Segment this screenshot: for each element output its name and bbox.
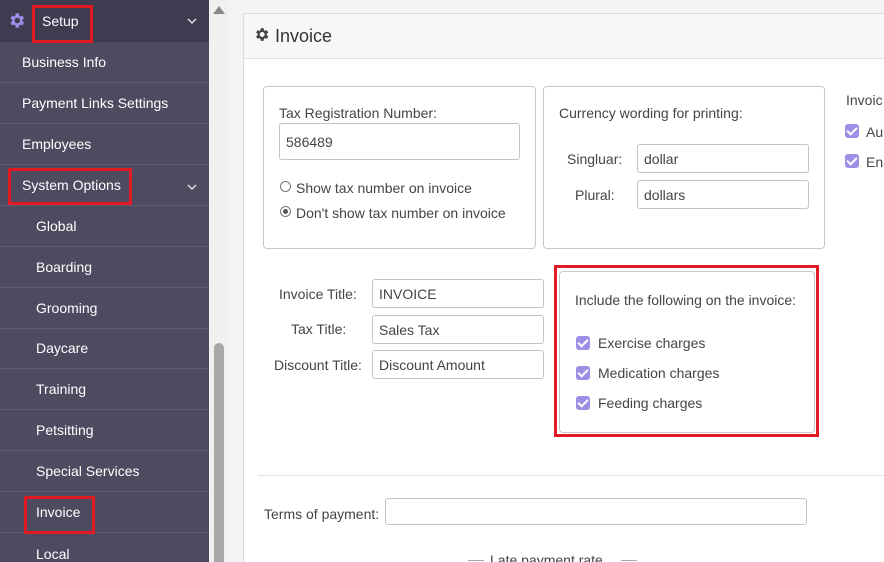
sidebar-item-training[interactable]: Training <box>0 369 209 410</box>
sidebar-item-daycare[interactable]: Daycare <box>0 328 209 369</box>
feeding-charges-label[interactable]: Feeding charges <box>598 395 702 411</box>
enable-option-checkbox[interactable] <box>845 154 859 168</box>
sidebar: Setup Business Info Payment Links Settin… <box>0 0 209 562</box>
sidebar-item-boarding[interactable]: Boarding <box>0 247 209 288</box>
sidebar-item-label: Special Services <box>36 463 140 479</box>
tax-title-input[interactable]: Sales Tax <box>372 315 544 344</box>
currency-wording-label: Currency wording for printing: <box>559 105 743 121</box>
terms-of-payment-label: Terms of payment: <box>264 506 380 522</box>
highlight-invoice <box>24 496 95 534</box>
panel-header: Invoice <box>244 14 884 59</box>
gear-icon <box>10 13 25 28</box>
sidebar-item-business-info[interactable]: Business Info <box>0 42 209 83</box>
include-on-invoice-label: Include the following on the invoice: <box>575 292 797 308</box>
section-divider <box>258 475 884 476</box>
late-payment-rate-label: Late payment rate <box>490 552 603 562</box>
page-title: Invoice <box>275 26 333 46</box>
enable-option-label[interactable]: Ena <box>866 154 884 170</box>
chevron-down-icon[interactable] <box>187 182 197 192</box>
sidebar-item-local[interactable]: Local <box>0 533 209 562</box>
sidebar-item-label: Grooming <box>36 300 98 316</box>
discount-title-label: Discount Title: <box>274 357 362 373</box>
auto-option-label[interactable]: Au <box>866 124 883 140</box>
sidebar-item-label: Payment Links Settings <box>22 95 169 111</box>
chevron-down-icon[interactable] <box>187 16 197 26</box>
tax-title-label: Tax Title: <box>291 321 347 337</box>
plural-label: Plural: <box>575 187 615 203</box>
sidebar-item-employees[interactable]: Employees <box>0 124 209 165</box>
sidebar-item-label: Employees <box>22 136 92 152</box>
late-payment-rate-rule-left <box>468 560 484 561</box>
exercise-charges-label[interactable]: Exercise charges <box>598 335 705 351</box>
sidebar-item-label: Training <box>36 381 87 397</box>
terms-of-payment-input[interactable] <box>385 498 807 525</box>
sidebar-item-grooming[interactable]: Grooming <box>0 288 209 329</box>
discount-title-input[interactable]: Discount Amount <box>372 350 544 379</box>
medication-charges-checkbox[interactable] <box>576 366 590 380</box>
exercise-charges-checkbox[interactable] <box>576 336 590 350</box>
feeding-charges-checkbox[interactable] <box>576 396 590 410</box>
sidebar-item-special-services[interactable]: Special Services <box>0 451 209 492</box>
dont-show-tax-number-label[interactable]: Don't show tax number on invoice <box>296 205 506 221</box>
show-tax-number-radio[interactable] <box>280 181 291 192</box>
tax-registration-input[interactable]: 586489 <box>279 123 520 160</box>
dont-show-tax-number-radio[interactable] <box>280 206 291 217</box>
sidebar-item-payment-links-settings[interactable]: Payment Links Settings <box>0 83 209 124</box>
auto-option-checkbox[interactable] <box>845 124 859 138</box>
highlight-include-box <box>554 265 819 437</box>
show-tax-number-label[interactable]: Show tax number on invoice <box>296 180 472 196</box>
medication-charges-label[interactable]: Medication charges <box>598 365 719 381</box>
invoice-title-input[interactable]: INVOICE <box>372 279 544 308</box>
singular-label: Singluar: <box>567 151 623 167</box>
singular-input[interactable]: dollar <box>637 144 809 173</box>
invoice-title-label: Invoice Title: <box>279 286 357 302</box>
scrollbar-thumb[interactable] <box>214 343 224 562</box>
sidebar-item-label: Boarding <box>36 259 93 275</box>
invoice-options-header: Invoic <box>846 92 883 108</box>
sidebar-item-global[interactable]: Global <box>0 206 209 247</box>
sidebar-item-label: Local <box>36 545 70 562</box>
highlight-setup <box>32 5 93 43</box>
highlight-system-options <box>8 168 132 205</box>
sidebar-item-label: Business Info <box>22 54 107 70</box>
sidebar-item-petsitting[interactable]: Petsitting <box>0 410 209 451</box>
sidebar-item-label: Global <box>36 218 77 234</box>
late-payment-rate-rule-right <box>621 560 637 561</box>
tax-registration-label: Tax Registration Number: <box>279 105 437 121</box>
gear-icon <box>256 28 269 41</box>
plural-input[interactable]: dollars <box>637 180 809 209</box>
sidebar-item-label: Daycare <box>36 340 89 356</box>
scroll-up-arrow-icon[interactable] <box>213 6 225 14</box>
sidebar-item-label: Petsitting <box>36 422 94 438</box>
